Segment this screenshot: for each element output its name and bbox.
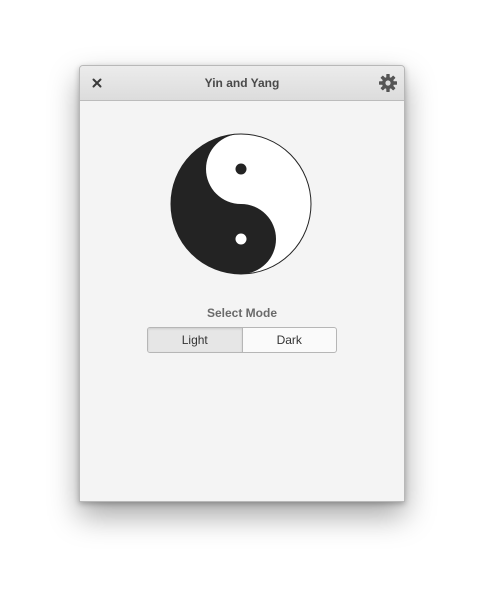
mode-toggle: Light Dark (147, 327, 337, 353)
light-mode-button[interactable]: Light (148, 328, 242, 352)
settings-button[interactable] (378, 73, 398, 93)
select-mode-label: Select Mode (206, 306, 278, 320)
close-icon (92, 78, 102, 88)
yin-yang-icon (170, 133, 312, 275)
dark-mode-button[interactable]: Dark (241, 328, 337, 352)
gear-icon (379, 74, 397, 92)
close-button[interactable] (88, 74, 106, 92)
title-bar[interactable]: Yin and Yang (80, 66, 404, 101)
app-window: Yin and Yang Select Mode Light Dark (79, 65, 405, 502)
yin-yang-symbol (170, 133, 312, 275)
window-title: Yin and Yang (204, 76, 280, 90)
